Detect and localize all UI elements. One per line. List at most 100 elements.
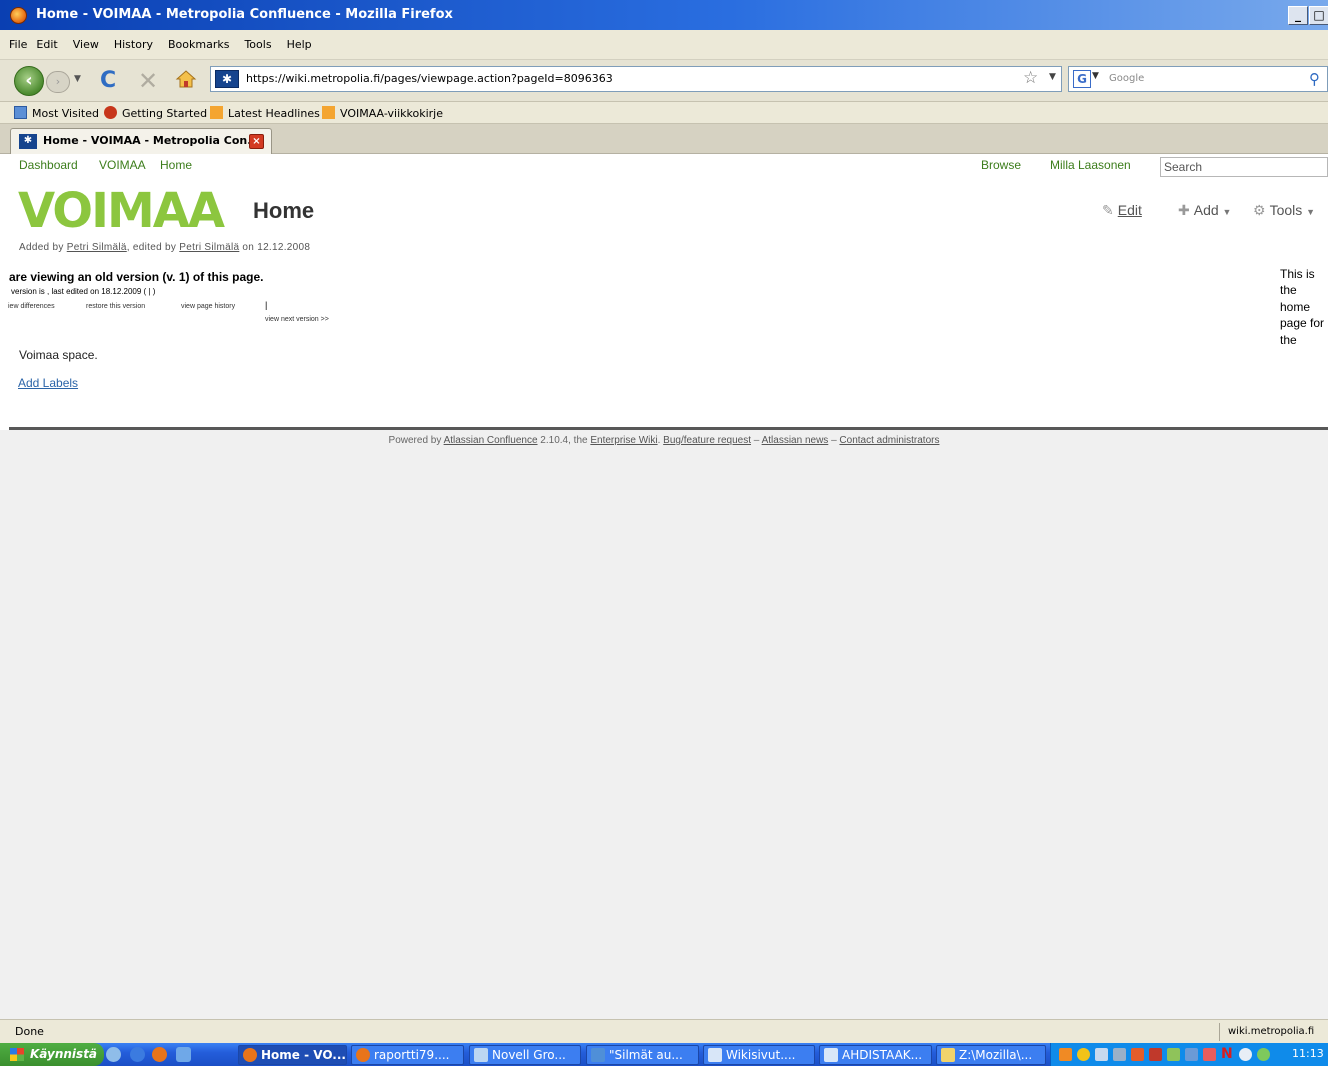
task-ahdistaak[interactable]: AHDISTAAK... xyxy=(819,1045,932,1065)
view-differences-link[interactable]: iew differences xyxy=(8,303,55,310)
close-tab-icon[interactable]: × xyxy=(249,134,264,149)
quicklaunch-app-icon[interactable] xyxy=(176,1047,191,1062)
enterprise-wiki-link[interactable]: Enterprise Wiki xyxy=(590,435,657,446)
voimaa-logo[interactable]: VOIMAA xyxy=(18,187,225,235)
word-icon xyxy=(708,1048,722,1062)
footer-label: 2.10.4, the xyxy=(537,435,591,446)
bookmark-voimaa-viikkokirje[interactable]: VOIMAA-viikkokirje xyxy=(322,106,443,120)
home-icon[interactable] xyxy=(175,69,197,89)
tray-app-icon[interactable] xyxy=(1059,1048,1072,1061)
atlassian-news-link[interactable]: Atlassian news xyxy=(762,435,829,446)
address-bar[interactable]: ✱ https://wiki.metropolia.fi/pages/viewp… xyxy=(210,66,1062,92)
tray-antivirus-icon[interactable] xyxy=(1149,1048,1162,1061)
window-titlebar: Home - VOIMAA - Metropolia Confluence - … xyxy=(0,0,1328,30)
search-icon[interactable]: ⚲ xyxy=(1309,70,1320,88)
space-description: Voimaa space. xyxy=(19,348,98,362)
confluence-search-input[interactable]: Search xyxy=(1160,157,1328,177)
page-byline: Added by Petri Silmälä, edited by Petri … xyxy=(19,242,310,253)
view-next-version-link[interactable]: view next version >> xyxy=(265,316,329,323)
task-label: Z:\Mozilla\... xyxy=(959,1048,1033,1062)
firefox-icon xyxy=(10,7,27,24)
byline-text: Added by xyxy=(19,242,67,253)
browse-link[interactable]: Browse xyxy=(981,158,1021,172)
minimize-button[interactable]: _ xyxy=(1288,6,1308,25)
bug-request-link[interactable]: Bug/feature request xyxy=(663,435,751,446)
footer-text: Powered by Atlassian Confluence 2.10.4, … xyxy=(0,435,1328,446)
browser-search-input[interactable]: Google xyxy=(1109,73,1144,84)
tray-app-icon[interactable] xyxy=(1185,1048,1198,1061)
menu-tools[interactable]: Tools xyxy=(244,30,271,60)
bookmark-label: Latest Headlines xyxy=(228,107,320,120)
status-bar: Done wiki.metropolia.fi xyxy=(0,1019,1328,1043)
quicklaunch-novell-icon[interactable] xyxy=(106,1047,121,1062)
edit-button[interactable]: ✎ Edit xyxy=(1102,202,1142,219)
firefox-icon xyxy=(356,1048,370,1062)
task-label: raportti79.... xyxy=(374,1048,450,1062)
breadcrumb-dashboard[interactable]: Dashboard xyxy=(19,158,78,172)
quicklaunch-ie-icon[interactable] xyxy=(130,1047,145,1062)
menu-bookmarks[interactable]: Bookmarks xyxy=(168,30,229,60)
bookmark-getting-started[interactable]: Getting Started xyxy=(104,106,207,120)
back-button[interactable]: ‹ xyxy=(14,66,44,96)
search-engine-icon[interactable]: G xyxy=(1073,70,1091,88)
url-dropdown-icon[interactable]: ▼ xyxy=(1049,72,1056,82)
task-novell[interactable]: Novell Gro... xyxy=(469,1045,581,1065)
quicklaunch-firefox-icon[interactable] xyxy=(152,1047,167,1062)
add-labels-link[interactable]: Add Labels xyxy=(18,376,78,390)
url-input[interactable]: https://wiki.metropolia.fi/pages/viewpag… xyxy=(246,72,613,85)
menu-view[interactable]: View xyxy=(73,30,99,60)
byline-text: , edited by xyxy=(126,242,180,253)
tray-network-icon[interactable] xyxy=(1113,1048,1126,1061)
view-page-history-link[interactable]: view page history xyxy=(181,303,235,310)
page-title: Home xyxy=(253,198,315,223)
restore-version-link[interactable]: restore this version xyxy=(86,303,145,310)
browser-search-box[interactable]: G ▼ Google ⚲ xyxy=(1068,66,1328,92)
menu-help[interactable]: Help xyxy=(287,30,312,60)
task-wikisivut[interactable]: Wikisivut.... xyxy=(703,1045,815,1065)
engine-dropdown-icon[interactable]: ▼ xyxy=(1092,71,1099,81)
tray-app-icon[interactable] xyxy=(1239,1048,1252,1061)
breadcrumb-home[interactable]: Home xyxy=(160,158,192,172)
menu-edit[interactable]: Edit xyxy=(36,30,57,60)
menu-history[interactable]: History xyxy=(114,30,153,60)
tray-mail-icon[interactable] xyxy=(1203,1048,1216,1061)
footer-label: Powered by xyxy=(388,435,444,446)
forward-button[interactable]: › xyxy=(46,71,70,93)
bookmark-star-icon[interactable]: ☆ xyxy=(1023,68,1038,88)
bookmark-latest-headlines[interactable]: Latest Headlines xyxy=(210,106,320,120)
bookmark-most-visited[interactable]: Most Visited xyxy=(14,106,99,120)
edit-label: Edit xyxy=(1117,202,1142,218)
task-mozilla-folder[interactable]: Z:\Mozilla\... xyxy=(936,1045,1046,1065)
tools-menu-button[interactable]: ⚙ Tools ▼ xyxy=(1253,202,1315,219)
tray-app-icon[interactable] xyxy=(1167,1048,1180,1061)
editor-link[interactable]: Petri Silmälä xyxy=(179,242,239,253)
task-firefox-home[interactable]: Home - VO... xyxy=(238,1045,347,1065)
stop-icon[interactable]: ✕ xyxy=(138,67,158,95)
reload-icon[interactable]: C xyxy=(100,68,116,93)
confluence-link[interactable]: Atlassian Confluence xyxy=(444,435,538,446)
task-label: Home - VO... xyxy=(261,1048,346,1062)
link-separator: | xyxy=(265,300,268,310)
author-link[interactable]: Petri Silmälä xyxy=(67,242,127,253)
tools-label: Tools xyxy=(1269,202,1303,218)
task-silmat[interactable]: "Silmät au... xyxy=(586,1045,699,1065)
tray-volume-icon[interactable] xyxy=(1095,1048,1108,1061)
menu-file[interactable]: File xyxy=(9,30,27,60)
tray-shield-icon[interactable] xyxy=(1077,1048,1090,1061)
user-link[interactable]: Milla Laasonen xyxy=(1050,158,1131,172)
page-content: Dashboard VOIMAA Home Browse Milla Laaso… xyxy=(0,154,1328,1019)
tray-status-icon[interactable] xyxy=(1257,1048,1270,1061)
tab-home-voimaa[interactable]: ✱ Home - VOIMAA - Metropolia Con... × xyxy=(10,128,272,154)
tray-app-icon[interactable] xyxy=(1131,1048,1144,1061)
history-dropdown-icon[interactable]: ▼ xyxy=(74,74,81,84)
task-raportti[interactable]: raportti79.... xyxy=(351,1045,464,1065)
add-menu-button[interactable]: ✚ Add ▼ xyxy=(1178,202,1231,219)
contact-admins-link[interactable]: Contact administrators xyxy=(839,435,939,446)
tray-novell-icon[interactable]: N xyxy=(1221,1046,1233,1062)
maximize-button[interactable]: □ xyxy=(1309,6,1328,25)
bookmarks-toolbar: Most Visited Getting Started Latest Head… xyxy=(0,102,1328,124)
breadcrumb-space[interactable]: VOIMAA xyxy=(99,158,146,172)
rss-feed-icon xyxy=(210,106,223,119)
chevron-down-icon: ▼ xyxy=(1222,207,1232,217)
window-title: Home - VOIMAA - Metropolia Confluence - … xyxy=(36,7,453,22)
